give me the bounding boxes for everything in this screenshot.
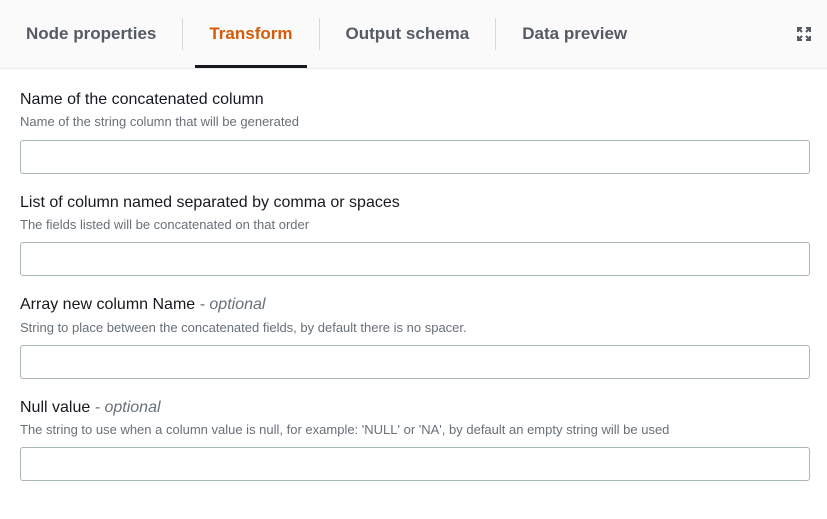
field-concat-name: Name of the concatenated column Name of … bbox=[20, 89, 807, 174]
field-array-new-col: Array new column Name - optional String … bbox=[20, 294, 807, 379]
field-label-text: Array new column Name bbox=[20, 296, 195, 313]
tab-transform[interactable]: Transform bbox=[183, 0, 318, 68]
tab-node-properties[interactable]: Node properties bbox=[0, 0, 182, 68]
field-label: Name of the concatenated column bbox=[20, 89, 807, 111]
optional-suffix: - optional bbox=[195, 296, 265, 313]
tab-label: Output schema bbox=[346, 24, 470, 44]
field-null-value: Null value - optional The string to use … bbox=[20, 397, 807, 482]
optional-suffix: - optional bbox=[90, 399, 160, 416]
tabs: Node properties Transform Output schema … bbox=[0, 0, 653, 68]
expand-button[interactable] bbox=[793, 23, 815, 45]
field-label-text: Null value bbox=[20, 399, 90, 416]
form-area: Name of the concatenated column Name of … bbox=[0, 69, 827, 519]
field-help: String to place between the concatenated… bbox=[20, 319, 807, 337]
tab-output-schema[interactable]: Output schema bbox=[320, 0, 496, 68]
field-help: The fields listed will be concatenated o… bbox=[20, 216, 807, 234]
field-label: Null value - optional bbox=[20, 397, 807, 419]
expand-icon bbox=[796, 26, 812, 42]
field-help: Name of the string column that will be g… bbox=[20, 113, 807, 131]
tab-data-preview[interactable]: Data preview bbox=[496, 0, 653, 68]
column-list-input[interactable] bbox=[20, 242, 810, 276]
tab-label: Transform bbox=[209, 24, 292, 44]
tab-label: Node properties bbox=[26, 24, 156, 44]
field-column-list: List of column named separated by comma … bbox=[20, 192, 807, 277]
null-value-input[interactable] bbox=[20, 447, 810, 481]
field-label: Array new column Name - optional bbox=[20, 294, 807, 316]
field-help: The string to use when a column value is… bbox=[20, 421, 807, 439]
concat-name-input[interactable] bbox=[20, 140, 810, 174]
tabs-bar: Node properties Transform Output schema … bbox=[0, 0, 827, 69]
tab-label: Data preview bbox=[522, 24, 627, 44]
array-new-col-input[interactable] bbox=[20, 345, 810, 379]
field-label: List of column named separated by comma … bbox=[20, 192, 807, 214]
